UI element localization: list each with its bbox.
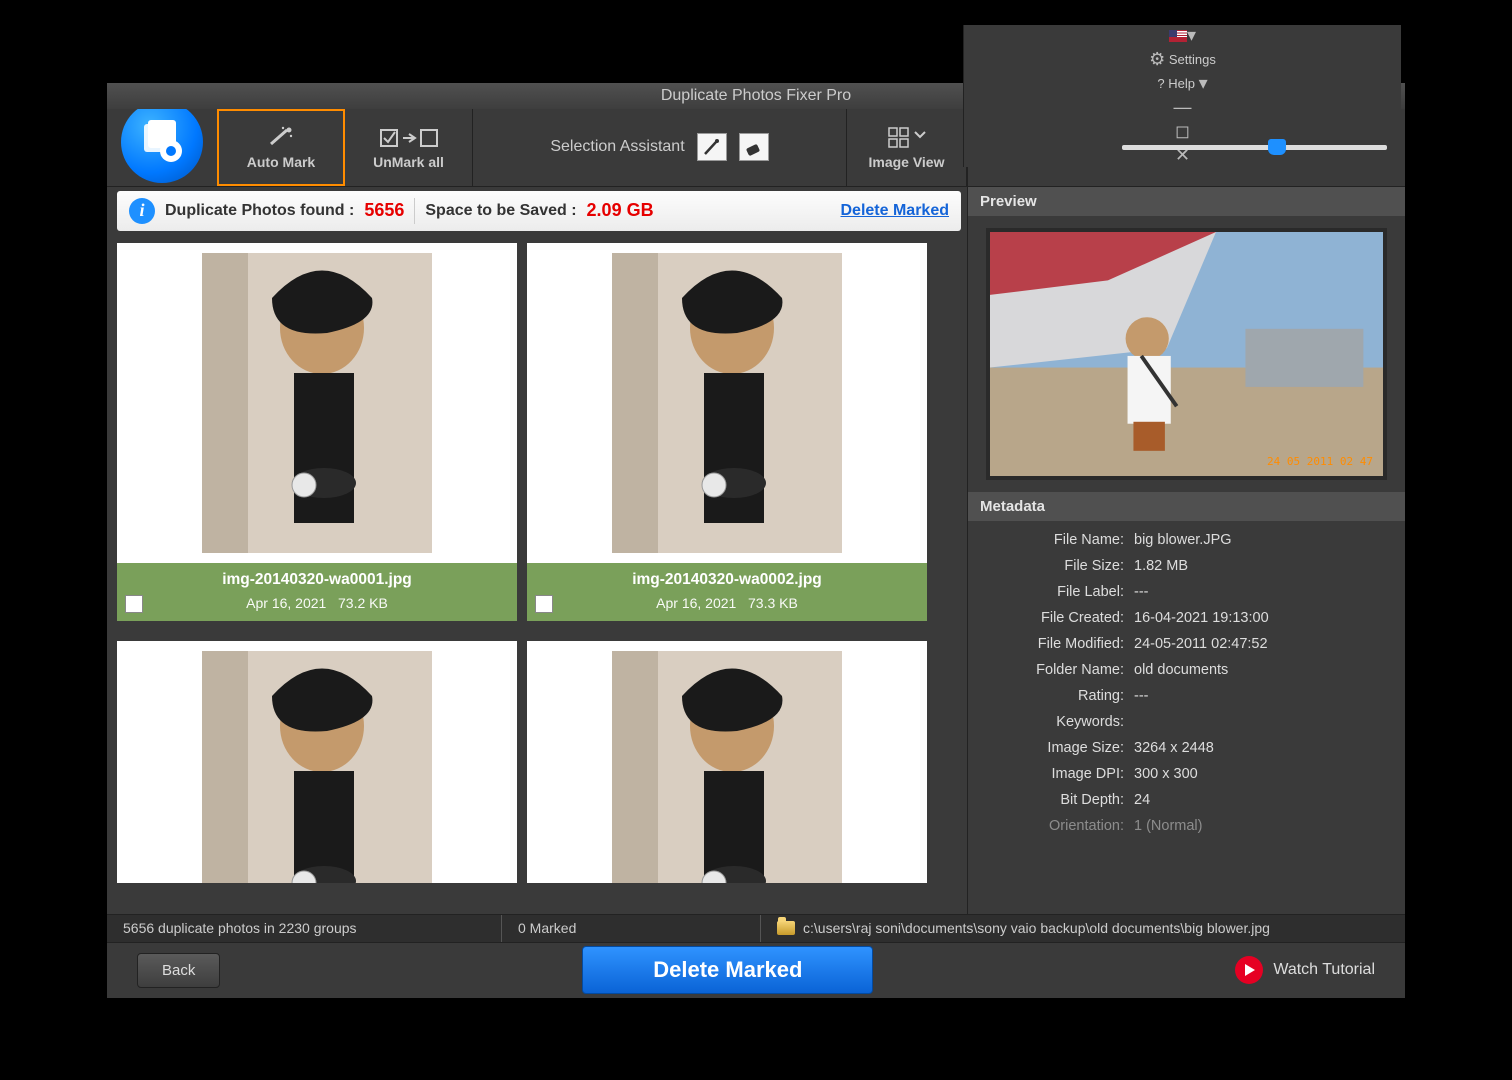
space-saved-label: Space to be Saved : (425, 202, 576, 220)
meta-row: Keywords: (968, 709, 1405, 735)
content-area: i Duplicate Photos found : 5656 Space to… (107, 187, 1405, 914)
status-bar: 5656 duplicate photos in 2230 groups 0 M… (107, 914, 1405, 942)
tile-filename: img-20140320-wa0002.jpg (527, 571, 927, 589)
thumbnail (117, 641, 517, 883)
auto-mark-label: Auto Mark (247, 154, 315, 170)
duplicates-found-label: Duplicate Photos found : (165, 202, 354, 220)
grid-view-icon (887, 124, 927, 150)
app-logo (107, 109, 217, 186)
title-bar: Duplicate Photos Fixer Pro ▾ ⚙ Settings … (107, 83, 1405, 109)
thumbnail (527, 243, 927, 563)
space-saved-value: 2.09 GB (587, 200, 654, 221)
meta-row: Folder Name:old documents (968, 657, 1405, 683)
status-summary: 5656 duplicate photos in 2230 groups (107, 915, 501, 942)
info-icon: i (129, 198, 155, 224)
meta-row: Rating:--- (968, 683, 1405, 709)
app-title: Duplicate Photos Fixer Pro (661, 87, 851, 105)
info-bar: i Duplicate Photos found : 5656 Space to… (117, 191, 961, 231)
photo-tile[interactable] (117, 641, 517, 883)
image-view-button[interactable]: Image View (847, 109, 967, 186)
photos-gear-icon (138, 118, 186, 166)
auto-mark-button[interactable]: Auto Mark (217, 109, 345, 186)
unmark-icon (379, 124, 439, 150)
settings-button[interactable]: ⚙ Settings (1145, 49, 1220, 71)
delete-marked-link[interactable]: Delete Marked (841, 202, 950, 220)
preview-area: 24 05 2011 02 47 (968, 216, 1405, 492)
language-flag-button[interactable]: ▾ (1165, 25, 1200, 47)
meta-row: File Label:--- (968, 579, 1405, 605)
meta-row: File Modified:24-05-2011 02:47:52 (968, 631, 1405, 657)
back-button[interactable]: Back (137, 953, 220, 988)
duplicates-count: 5656 (364, 200, 404, 221)
photo-tile[interactable]: img-20140320-wa0002.jpg Apr 16, 2021 73.… (527, 243, 927, 621)
thumbnail (527, 641, 927, 883)
help-label: ? Help (1157, 76, 1195, 91)
meta-row: Orientation:1 (Normal) (968, 813, 1405, 839)
tile-filename: img-20140320-wa0001.jpg (117, 571, 517, 589)
selection-assistant-label: Selection Assistant (550, 138, 684, 156)
usa-flag-icon (1169, 30, 1187, 42)
meta-row: Bit Depth:24 (968, 787, 1405, 813)
folder-icon (777, 921, 795, 935)
magic-wand-icon (267, 124, 295, 150)
right-pane: Preview 24 05 2011 02 47 (967, 187, 1405, 914)
tile-size: 73.2 KB (338, 595, 388, 611)
selection-eraser-button[interactable] (739, 133, 769, 161)
meta-row: Image Size:3264 x 2448 (968, 735, 1405, 761)
tile-checkbox[interactable] (125, 595, 143, 613)
watch-tutorial-button[interactable]: Watch Tutorial (1235, 956, 1375, 984)
meta-row: Image DPI:300 x 300 (968, 761, 1405, 787)
tile-checkbox[interactable] (535, 595, 553, 613)
selection-assistant: Selection Assistant (473, 109, 847, 186)
image-view-label: Image View (868, 154, 944, 170)
status-path: c:\users\raj soni\documents\sony vaio ba… (803, 920, 1270, 936)
watch-tutorial-label: Watch Tutorial (1273, 961, 1375, 979)
matching-level-slider[interactable] (1122, 145, 1387, 150)
grid-scroll[interactable]: img-20140320-wa0001.jpg Apr 16, 2021 73.… (107, 239, 947, 914)
status-marked: 0 Marked (501, 915, 761, 942)
maximize-button[interactable]: ◻ (1171, 121, 1194, 143)
duplicates-grid: img-20140320-wa0001.jpg Apr 16, 2021 73.… (107, 239, 967, 914)
delete-marked-button[interactable]: Delete Marked (582, 946, 873, 994)
preview-header: Preview (968, 187, 1405, 216)
meta-row: File Size:1.82 MB (968, 553, 1405, 579)
left-pane: i Duplicate Photos found : 5656 Space to… (107, 187, 967, 914)
play-icon (1235, 956, 1263, 984)
preview-image: 24 05 2011 02 47 (986, 228, 1387, 480)
app-window: Duplicate Photos Fixer Pro ▾ ⚙ Settings … (107, 83, 1405, 998)
settings-label: Settings (1169, 52, 1216, 67)
photo-tile[interactable]: img-20140320-wa0001.jpg Apr 16, 2021 73.… (117, 243, 517, 621)
help-button[interactable]: ? Help ▾ (1153, 73, 1211, 95)
unmark-all-button[interactable]: UnMark all (345, 109, 473, 186)
status-path-segment: c:\users\raj soni\documents\sony vaio ba… (761, 915, 1405, 942)
metadata-panel: File Name:big blower.JPG File Size:1.82 … (968, 521, 1405, 914)
preview-timestamp: 24 05 2011 02 47 (1267, 455, 1373, 468)
thumbnail (117, 243, 517, 563)
minimize-button[interactable]: — (1170, 97, 1196, 119)
meta-row: File Created:16-04-2021 19:13:00 (968, 605, 1405, 631)
tile-date: Apr 16, 2021 (246, 595, 326, 611)
meta-row: File Name:big blower.JPG (968, 527, 1405, 553)
metadata-header: Metadata (968, 492, 1405, 521)
slider-thumb[interactable] (1268, 139, 1286, 155)
footer: Back Delete Marked Watch Tutorial (107, 942, 1405, 998)
selection-wand-button[interactable] (697, 133, 727, 161)
unmark-all-label: UnMark all (373, 154, 444, 170)
tile-size: 73.3 KB (748, 595, 798, 611)
tile-date: Apr 16, 2021 (656, 595, 736, 611)
photo-tile[interactable] (527, 641, 927, 883)
